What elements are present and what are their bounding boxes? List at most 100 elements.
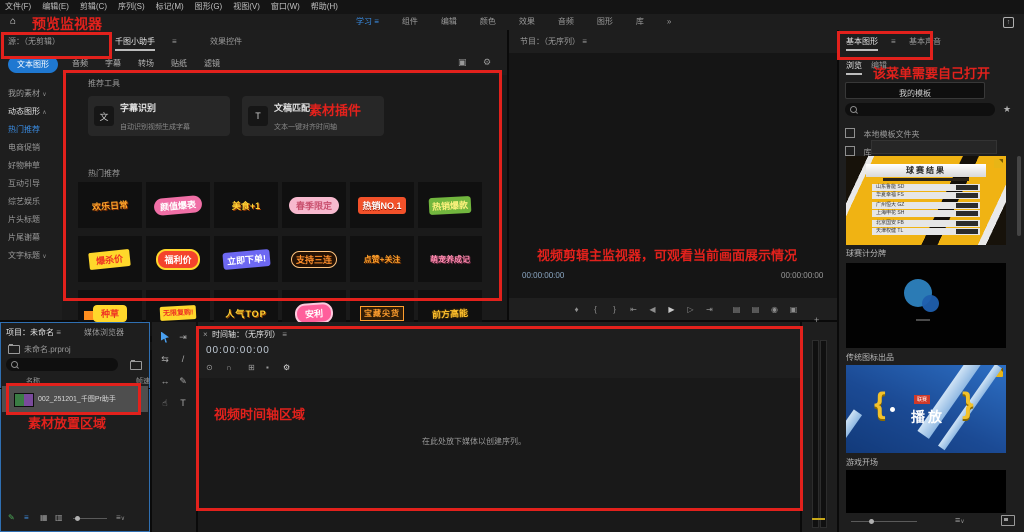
track-select-tool[interactable]: ⇥ <box>176 330 190 344</box>
menu-window[interactable]: 窗口(W) <box>271 3 300 11</box>
subtab-browse[interactable]: 浏览 <box>846 62 862 75</box>
sidebar-item-opening-titles[interactable]: 片头标题 <box>8 214 40 225</box>
go-to-out-icon[interactable]: ⇥ <box>700 305 719 314</box>
menu-file[interactable]: 文件(F) <box>5 3 31 11</box>
workspace-audio[interactable]: 音频 <box>558 18 574 26</box>
tab-media-browser[interactable]: 媒体浏览器 <box>84 329 124 337</box>
workspace-editing[interactable]: 编辑 <box>441 18 457 26</box>
audio-meter-left <box>812 340 819 528</box>
slip-tool[interactable]: ↔ <box>158 374 172 388</box>
tab-subtitles[interactable]: 字幕 <box>105 60 121 68</box>
slider-knob[interactable] <box>75 516 80 521</box>
team-row: 广州恒大 GZ <box>872 202 980 209</box>
template-thumb-game-opener[interactable]: { } 联赛 播放 <box>846 365 1006 453</box>
sort-icon[interactable]: ≡∨ <box>955 516 965 525</box>
ripple-edit-tool[interactable]: ⇆ <box>158 352 172 366</box>
audio-meter-right <box>820 340 827 528</box>
menu-sequence[interactable]: 序列(S) <box>118 3 145 11</box>
workspace-graphics[interactable]: 图形 <box>597 18 613 26</box>
menu-view[interactable]: 视图(V) <box>233 3 260 11</box>
new-bin-icon[interactable] <box>130 361 142 370</box>
step-forward-icon[interactable]: ▷ <box>681 305 700 314</box>
sort-icon[interactable]: ≡∨ <box>116 514 125 522</box>
tab-transitions[interactable]: 转场 <box>138 60 154 68</box>
list-view-icon[interactable]: ≡ <box>24 514 29 522</box>
mark-in-icon[interactable]: { <box>586 305 605 314</box>
sidebar-item-credits[interactable]: 片尾谢幕 <box>8 232 40 243</box>
gear-icon[interactable]: ⚙ <box>483 58 491 67</box>
selection-cursor-icon <box>161 332 169 343</box>
edit-pen-icon[interactable]: ✎ <box>8 514 15 522</box>
tab-project[interactable]: 项目：未命名 ≡ <box>6 329 61 337</box>
project-file-name[interactable]: 未命名.prproj <box>24 346 71 354</box>
tab-stickers[interactable]: 贴纸 <box>171 60 187 68</box>
step-back-icon[interactable]: ◀ <box>643 305 662 314</box>
workspace-learning[interactable]: 学习 ≡ <box>356 18 379 26</box>
sidebar-item-hot[interactable]: 热门推荐 <box>8 124 40 135</box>
workspace-assembly[interactable]: 组件 <box>402 18 418 26</box>
sidebar-item-ecommerce[interactable]: 电商促销 <box>8 142 40 153</box>
tab-filters[interactable]: 滤镜 <box>204 60 220 68</box>
feedback-icon[interactable]: ▣ <box>458 58 467 67</box>
my-templates-dropdown[interactable]: 我的模板 <box>845 82 985 99</box>
scrollbar-thumb[interactable] <box>1017 156 1021 236</box>
comparison-view-icon[interactable]: ▣ <box>784 305 803 314</box>
team-row: 山东鲁能 SD <box>872 184 980 191</box>
workspace-libraries[interactable]: 库 <box>636 18 644 26</box>
favorites-star-icon[interactable]: ★ <box>1003 105 1011 114</box>
tab-audio-assets[interactable]: 音频 <box>72 60 88 68</box>
workspace-effects[interactable]: 效果 <box>519 18 535 26</box>
template-thumb-partial[interactable] <box>846 470 1006 513</box>
template-thumb-logo[interactable] <box>846 263 1006 348</box>
template-thumb-scoreboard[interactable]: 球赛结果 山东鲁能 SD 华夏幸福 FS 广州恒大 GZ 上海申花 SH 北京国… <box>846 156 1006 245</box>
home-icon[interactable]: ⌂ <box>10 17 16 27</box>
scoreboard-title: 球赛结果 <box>866 164 986 177</box>
selection-tool[interactable] <box>158 330 172 344</box>
menu-clip[interactable]: 剪辑(C) <box>80 3 107 11</box>
project-search-input[interactable] <box>6 358 118 371</box>
lift-icon[interactable]: ▤ <box>727 305 746 314</box>
menu-help[interactable]: 帮助(H) <box>311 3 338 11</box>
extract-icon[interactable]: ▤ <box>746 305 765 314</box>
tab-program-monitor[interactable]: 节目：（无序列） ≡ <box>520 38 587 46</box>
panel-menu-icon[interactable]: ≡ <box>172 38 177 46</box>
menu-graphics[interactable]: 图形(G) <box>195 3 223 11</box>
pen-tool[interactable]: ✎ <box>176 374 190 388</box>
freeform-view-icon[interactable]: ▥ <box>55 514 63 522</box>
workspace-overflow-chevron[interactable]: » <box>667 18 671 26</box>
logo-caption-bar <box>916 319 930 321</box>
workspace-color[interactable]: 颜色 <box>480 18 496 26</box>
sidebar-group-text-titles[interactable]: 文字标题 ∨ <box>8 250 47 261</box>
menu-edit[interactable]: 编辑(E) <box>42 3 69 11</box>
sidebar-group-motion-graphics[interactable]: 动态图形 ∧ <box>8 106 47 117</box>
tab-effect-controls[interactable]: 效果控件 <box>210 38 242 46</box>
zoom-slider[interactable] <box>73 518 107 519</box>
tab-qiantu-assistant[interactable]: 千图小助手 <box>115 38 155 51</box>
menu-markers[interactable]: 标记(M) <box>156 3 184 11</box>
annotation-material-plugin: 素材插件 <box>309 100 361 119</box>
go-to-in-icon[interactable]: ⇤ <box>624 305 643 314</box>
search-icon <box>11 361 18 368</box>
play-icon[interactable]: ▶ <box>662 305 681 314</box>
icon-view-icon[interactable]: ▦ <box>40 514 48 522</box>
essential-graphics-panel: 基本图形 ≡ 基本声音 浏览 编辑 我的模板 ★ 本地模板文件夹 库 球赛结果 … <box>839 30 1024 532</box>
checkbox-box <box>845 146 855 156</box>
logo-circle-small <box>922 295 939 312</box>
add-marker-icon[interactable]: ♦ <box>567 305 586 314</box>
hand-tool[interactable]: ☝ <box>158 396 172 410</box>
sidebar-item-goods[interactable]: 好物种草 <box>8 160 40 171</box>
new-layout-icon[interactable] <box>1001 515 1015 526</box>
sidebar-item-variety[interactable]: 综艺娱乐 <box>8 196 40 207</box>
mark-out-icon[interactable]: } <box>605 305 624 314</box>
slider-knob[interactable] <box>869 519 874 524</box>
search-icon <box>850 106 857 113</box>
sidebar-item-interaction[interactable]: 互动引导 <box>8 178 40 189</box>
thumbnail-size-slider[interactable] <box>851 521 917 522</box>
razor-tool[interactable]: / <box>176 352 190 366</box>
template-search-input[interactable] <box>845 103 995 116</box>
type-tool[interactable]: T <box>176 396 190 410</box>
quick-export-icon[interactable]: ↑ <box>1003 17 1014 28</box>
sidebar-group-my-materials[interactable]: 我的素材 ∨ <box>8 88 47 99</box>
export-frame-icon[interactable]: ◉ <box>765 305 784 314</box>
annotation-timeline-area: 视频时间轴区域 <box>214 404 305 423</box>
